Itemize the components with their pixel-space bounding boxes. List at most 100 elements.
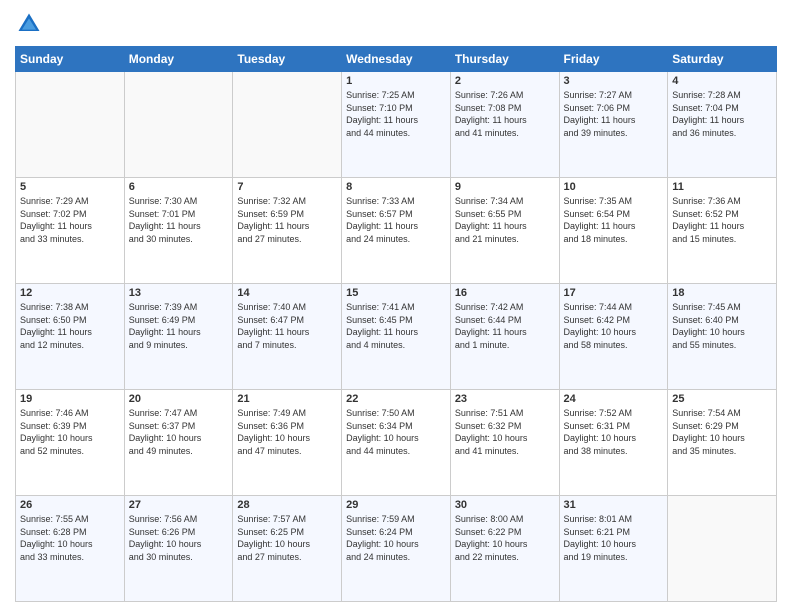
day-number: 13: [129, 287, 229, 299]
day-number: 8: [346, 181, 446, 193]
calendar-cell: 27 Sunrise: 7:56 AM Sunset: 6:26 PM Dayli…: [124, 496, 233, 602]
day-number: 31: [564, 499, 664, 511]
calendar-cell: 7 Sunrise: 7:32 AM Sunset: 6:59 PM Daylig…: [233, 178, 342, 284]
day-info: Sunrise: 7:35 AM Sunset: 6:54 PM Dayligh…: [564, 195, 664, 245]
day-number: 19: [20, 393, 120, 405]
day-number: 7: [237, 181, 337, 193]
weekday-header-friday: Friday: [559, 47, 668, 72]
week-row-1: 1 Sunrise: 7:25 AM Sunset: 7:10 PM Daylig…: [16, 72, 777, 178]
calendar-cell: 21Sunrise: 7:49 AM Sunset: 6:36 PM Dayli…: [233, 390, 342, 496]
day-number: 9: [455, 181, 555, 193]
weekday-header-tuesday: Tuesday: [233, 47, 342, 72]
week-row-5: 26Sunrise: 7:55 AM Sunset: 6:28 PM Dayli…: [16, 496, 777, 602]
day-info: Sunrise: 7:46 AM Sunset: 6:39 PM Dayligh…: [20, 407, 120, 457]
day-number: 30: [455, 499, 555, 511]
calendar-cell: 10 Sunrise: 7:35 AM Sunset: 6:54 PM Dayli…: [559, 178, 668, 284]
day-info: Sunrise: 7:42 AM Sunset: 6:44 PM Dayligh…: [455, 301, 555, 351]
calendar-cell: 17Sunrise: 7:44 AM Sunset: 6:42 PM Dayli…: [559, 284, 668, 390]
weekday-header-monday: Monday: [124, 47, 233, 72]
calendar-cell: 2 Sunrise: 7:26 AM Sunset: 7:08 PM Daylig…: [450, 72, 559, 178]
calendar-cell: 29 Sunrise: 7:59 AM Sunset: 6:24 PM Dayli…: [342, 496, 451, 602]
calendar-cell: 1 Sunrise: 7:25 AM Sunset: 7:10 PM Daylig…: [342, 72, 451, 178]
day-info: Sunrise: 8:00 AM Sunset: 6:22 PM Dayligh…: [455, 513, 555, 563]
calendar-cell: 22 Sunrise: 7:50 AM Sunset: 6:34 PM Dayli…: [342, 390, 451, 496]
calendar-cell: 23Sunrise: 7:51 AM Sunset: 6:32 PM Dayli…: [450, 390, 559, 496]
day-info: Sunrise: 7:52 AM Sunset: 6:31 PM Dayligh…: [564, 407, 664, 457]
calendar-cell: 15Sunrise: 7:41 AM Sunset: 6:45 PM Dayli…: [342, 284, 451, 390]
day-info: Sunrise: 7:27 AM Sunset: 7:06 PM Dayligh…: [564, 89, 664, 139]
calendar-cell: 19 Sunrise: 7:46 AM Sunset: 6:39 PM Dayli…: [16, 390, 125, 496]
day-number: 6: [129, 181, 229, 193]
calendar-cell: 6Sunrise: 7:30 AM Sunset: 7:01 PM Daylig…: [124, 178, 233, 284]
day-number: 22: [346, 393, 446, 405]
day-info: Sunrise: 7:44 AM Sunset: 6:42 PM Dayligh…: [564, 301, 664, 351]
calendar-cell: 30 Sunrise: 8:00 AM Sunset: 6:22 PM Dayli…: [450, 496, 559, 602]
day-number: 5: [20, 181, 120, 193]
day-info: Sunrise: 7:25 AM Sunset: 7:10 PM Dayligh…: [346, 89, 446, 139]
calendar-cell: 25 Sunrise: 7:54 AM Sunset: 6:29 PM Dayli…: [668, 390, 777, 496]
logo: [15, 10, 45, 38]
weekday-header-wednesday: Wednesday: [342, 47, 451, 72]
day-number: 11: [672, 181, 772, 193]
calendar-cell: 12Sunrise: 7:38 AM Sunset: 6:50 PM Dayli…: [16, 284, 125, 390]
day-info: Sunrise: 7:29 AM Sunset: 7:02 PM Dayligh…: [20, 195, 120, 245]
calendar-cell: 3 Sunrise: 7:27 AM Sunset: 7:06 PM Daylig…: [559, 72, 668, 178]
calendar-cell: [124, 72, 233, 178]
day-info: Sunrise: 7:59 AM Sunset: 6:24 PM Dayligh…: [346, 513, 446, 563]
day-info: Sunrise: 7:56 AM Sunset: 6:26 PM Dayligh…: [129, 513, 229, 563]
day-number: 29: [346, 499, 446, 511]
calendar: SundayMondayTuesdayWednesdayThursdayFrid…: [15, 46, 777, 602]
weekday-header-sunday: Sunday: [16, 47, 125, 72]
day-info: Sunrise: 7:39 AM Sunset: 6:49 PM Dayligh…: [129, 301, 229, 351]
day-number: 2: [455, 75, 555, 87]
day-info: Sunrise: 7:34 AM Sunset: 6:55 PM Dayligh…: [455, 195, 555, 245]
week-row-2: 5 Sunrise: 7:29 AM Sunset: 7:02 PM Daylig…: [16, 178, 777, 284]
weekday-header-saturday: Saturday: [668, 47, 777, 72]
calendar-cell: 9 Sunrise: 7:34 AM Sunset: 6:55 PM Daylig…: [450, 178, 559, 284]
day-number: 1: [346, 75, 446, 87]
day-info: Sunrise: 7:33 AM Sunset: 6:57 PM Dayligh…: [346, 195, 446, 245]
day-info: Sunrise: 7:36 AM Sunset: 6:52 PM Dayligh…: [672, 195, 772, 245]
calendar-cell: 16Sunrise: 7:42 AM Sunset: 6:44 PM Dayli…: [450, 284, 559, 390]
calendar-cell: 11 Sunrise: 7:36 AM Sunset: 6:52 PM Dayli…: [668, 178, 777, 284]
week-row-3: 12Sunrise: 7:38 AM Sunset: 6:50 PM Dayli…: [16, 284, 777, 390]
week-row-4: 19 Sunrise: 7:46 AM Sunset: 6:39 PM Dayli…: [16, 390, 777, 496]
day-number: 3: [564, 75, 664, 87]
calendar-cell: 5 Sunrise: 7:29 AM Sunset: 7:02 PM Daylig…: [16, 178, 125, 284]
calendar-cell: 13 Sunrise: 7:39 AM Sunset: 6:49 PM Dayli…: [124, 284, 233, 390]
day-info: Sunrise: 7:28 AM Sunset: 7:04 PM Dayligh…: [672, 89, 772, 139]
day-info: Sunrise: 7:49 AM Sunset: 6:36 PM Dayligh…: [237, 407, 337, 457]
day-info: Sunrise: 7:51 AM Sunset: 6:32 PM Dayligh…: [455, 407, 555, 457]
calendar-cell: 18Sunrise: 7:45 AM Sunset: 6:40 PM Dayli…: [668, 284, 777, 390]
day-info: Sunrise: 7:55 AM Sunset: 6:28 PM Dayligh…: [20, 513, 120, 563]
weekday-header-thursday: Thursday: [450, 47, 559, 72]
calendar-cell: 24Sunrise: 7:52 AM Sunset: 6:31 PM Dayli…: [559, 390, 668, 496]
calendar-cell: 20Sunrise: 7:47 AM Sunset: 6:37 PM Dayli…: [124, 390, 233, 496]
day-info: Sunrise: 7:57 AM Sunset: 6:25 PM Dayligh…: [237, 513, 337, 563]
calendar-cell: [233, 72, 342, 178]
header-row: SundayMondayTuesdayWednesdayThursdayFrid…: [16, 47, 777, 72]
day-info: Sunrise: 7:38 AM Sunset: 6:50 PM Dayligh…: [20, 301, 120, 351]
day-number: 4: [672, 75, 772, 87]
calendar-cell: 4 Sunrise: 7:28 AM Sunset: 7:04 PM Daylig…: [668, 72, 777, 178]
day-info: Sunrise: 7:54 AM Sunset: 6:29 PM Dayligh…: [672, 407, 772, 457]
day-number: 20: [129, 393, 229, 405]
day-info: Sunrise: 7:32 AM Sunset: 6:59 PM Dayligh…: [237, 195, 337, 245]
day-info: Sunrise: 7:50 AM Sunset: 6:34 PM Dayligh…: [346, 407, 446, 457]
day-info: Sunrise: 7:40 AM Sunset: 6:47 PM Dayligh…: [237, 301, 337, 351]
calendar-cell: 8 Sunrise: 7:33 AM Sunset: 6:57 PM Daylig…: [342, 178, 451, 284]
page: SundayMondayTuesdayWednesdayThursdayFrid…: [0, 0, 792, 612]
day-info: Sunrise: 8:01 AM Sunset: 6:21 PM Dayligh…: [564, 513, 664, 563]
calendar-cell: [668, 496, 777, 602]
day-info: Sunrise: 7:26 AM Sunset: 7:08 PM Dayligh…: [455, 89, 555, 139]
day-number: 28: [237, 499, 337, 511]
calendar-cell: 28 Sunrise: 7:57 AM Sunset: 6:25 PM Dayli…: [233, 496, 342, 602]
day-number: 15: [346, 287, 446, 299]
day-number: 10: [564, 181, 664, 193]
day-number: 25: [672, 393, 772, 405]
header: [15, 10, 777, 38]
day-info: Sunrise: 7:45 AM Sunset: 6:40 PM Dayligh…: [672, 301, 772, 351]
calendar-cell: 14Sunrise: 7:40 AM Sunset: 6:47 PM Dayli…: [233, 284, 342, 390]
calendar-cell: 31 Sunrise: 8:01 AM Sunset: 6:21 PM Dayli…: [559, 496, 668, 602]
day-number: 27: [129, 499, 229, 511]
